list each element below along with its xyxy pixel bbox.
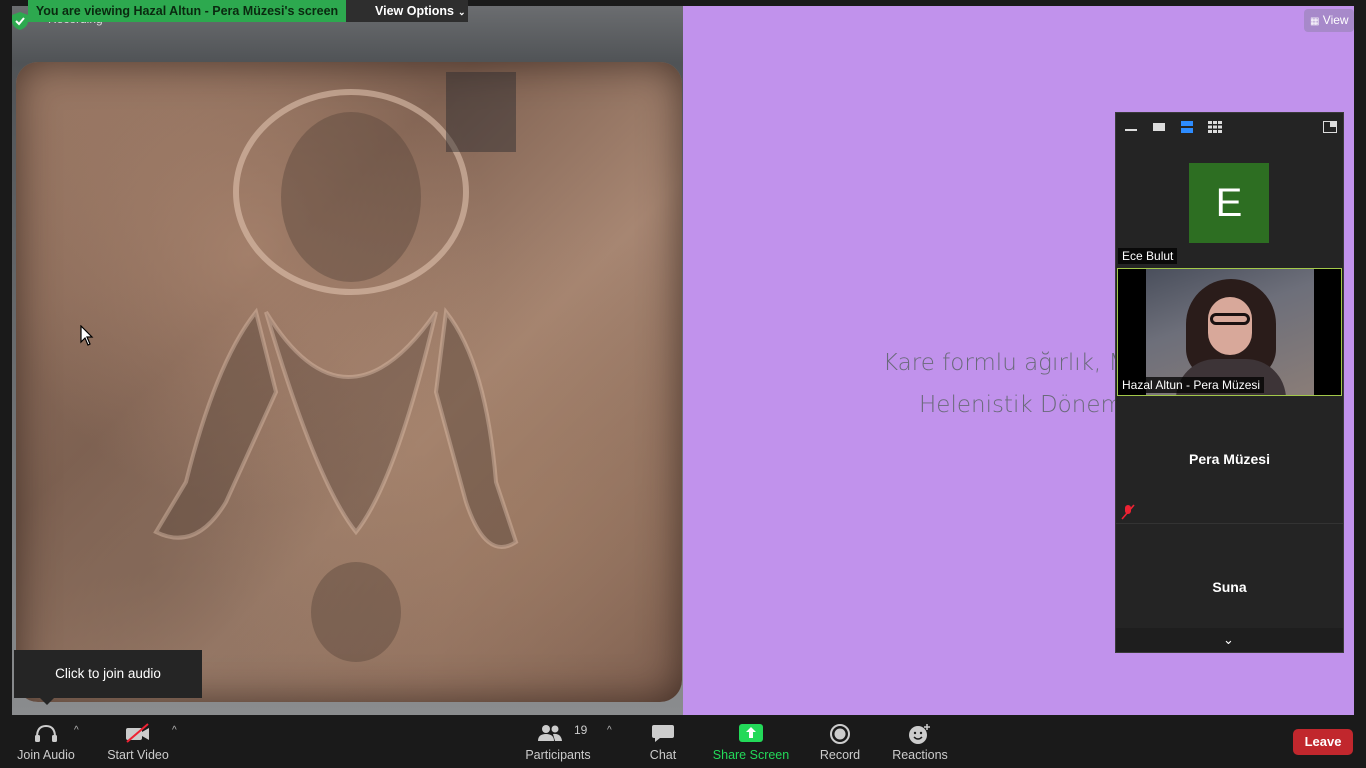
video-panel: E Ece Bulut Hazal Altun - Pera Müzesi Pe… xyxy=(1115,112,1344,653)
slide-title-line-2: Helenistik Dönem xyxy=(919,392,1123,418)
join-audio-tooltip-text: Click to join audio xyxy=(55,666,161,681)
record-button[interactable]: Record xyxy=(815,715,865,768)
headphones-icon xyxy=(35,724,57,742)
view-button[interactable]: ▦ View xyxy=(1304,9,1354,32)
participant-name-pera: Pera Müzesi xyxy=(1189,451,1270,467)
encryption-shield-icon[interactable] xyxy=(12,12,28,30)
video-panel-footer: ⌄ xyxy=(1116,628,1343,652)
reactions-button[interactable]: Reactions xyxy=(890,715,950,768)
participant-video-hazal[interactable]: Hazal Altun - Pera Müzesi xyxy=(1117,268,1342,396)
start-video-label: Start Video xyxy=(107,748,169,762)
share-screen-label: Share Screen xyxy=(712,748,790,762)
start-video-button[interactable]: Start Video xyxy=(104,715,172,768)
view-options-button[interactable]: View Options ⌄ xyxy=(346,0,468,22)
participants-button[interactable]: 19 Participants xyxy=(524,715,592,768)
screen-share-banner: You are viewing Hazal Altun - Pera Müzes… xyxy=(28,0,346,22)
view-options-label: View Options xyxy=(375,4,454,18)
join-audio-button[interactable]: Join Audio xyxy=(10,715,82,768)
artifact-photo xyxy=(12,6,683,715)
stone-tablet-image xyxy=(16,62,682,702)
video-off-icon xyxy=(126,723,149,743)
view-button-label: View xyxy=(1322,13,1349,27)
participants-icon xyxy=(538,725,562,741)
leave-button[interactable]: Leave xyxy=(1293,729,1353,755)
join-audio-label: Join Audio xyxy=(17,748,75,762)
chat-label: Chat xyxy=(649,748,677,762)
smiley-plus-icon xyxy=(909,724,930,744)
chat-icon xyxy=(652,725,674,742)
chevron-down-icon: ⌄ xyxy=(457,7,466,17)
share-screen-icon xyxy=(739,724,763,742)
reactions-label: Reactions xyxy=(892,748,948,762)
participant-name-hazal: Hazal Altun - Pera Müzesi xyxy=(1118,377,1265,393)
exit-panel-icon[interactable] xyxy=(1323,121,1337,133)
slide-title-line-1: Kare formlu ağırlık, M xyxy=(883,350,1129,376)
participant-name-suna: Suna xyxy=(1212,579,1247,595)
join-audio-tooltip[interactable]: Click to join audio xyxy=(14,650,202,705)
speaker-view-icon[interactable] xyxy=(1152,121,1166,133)
scroll-down-chevron-icon[interactable]: ⌄ xyxy=(1223,632,1234,648)
gallery-view-icon[interactable] xyxy=(1208,121,1222,133)
participant-name-ece: Ece Bulut xyxy=(1118,248,1178,264)
audio-options-caret-icon[interactable]: ^ xyxy=(74,725,79,736)
grid-icon: ▦ xyxy=(1310,16,1320,27)
participants-count: 19 xyxy=(574,723,588,737)
share-screen-button[interactable]: Share Screen xyxy=(712,715,790,768)
mouse-cursor-icon xyxy=(80,325,94,346)
record-icon xyxy=(830,724,850,744)
video-options-caret-icon[interactable]: ^ xyxy=(172,725,177,736)
video-panel-toolbar xyxy=(1116,113,1343,143)
strip-view-icon[interactable] xyxy=(1180,121,1194,133)
participants-options-caret-icon[interactable]: ^ xyxy=(607,725,612,736)
participants-label: Participants xyxy=(525,748,591,762)
minimize-icon[interactable] xyxy=(1124,121,1138,133)
avatar: E xyxy=(1189,163,1269,243)
meeting-stage: Kare formlu ağırlık, M Helenistik Dönem … xyxy=(0,0,1366,715)
meeting-toolbar: Join Audio ^ Start Video ^ 19 Participan… xyxy=(0,715,1366,768)
muted-mic-icon xyxy=(1121,504,1135,520)
record-label: Record xyxy=(819,748,861,762)
chat-button[interactable]: Chat xyxy=(638,715,688,768)
